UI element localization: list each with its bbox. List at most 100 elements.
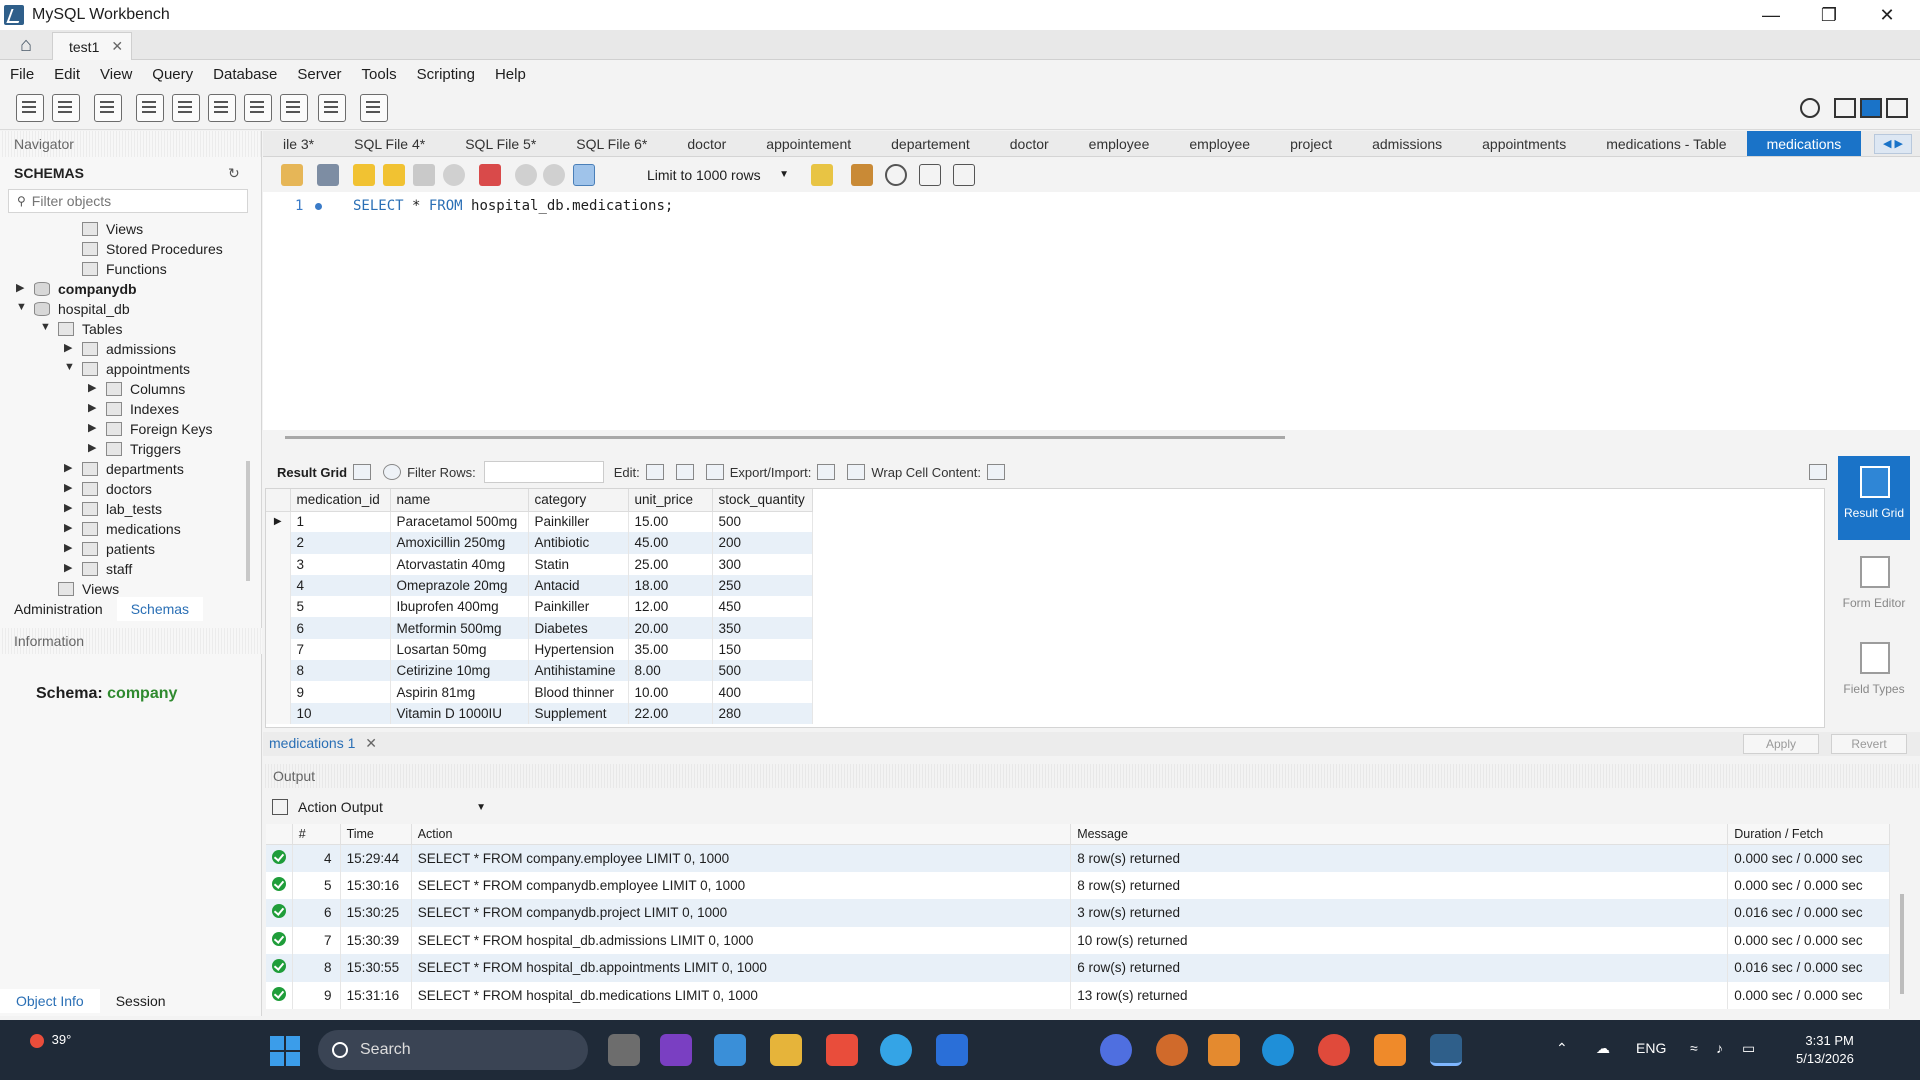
- visual-studio-icon[interactable]: [660, 1034, 692, 1066]
- app-icon[interactable]: [936, 1034, 968, 1066]
- file-explorer-icon[interactable]: [770, 1034, 802, 1066]
- chevron-up-icon[interactable]: ⌃: [1556, 1040, 1568, 1057]
- editor-tab[interactable]: doctor: [667, 131, 746, 156]
- table-cell[interactable]: 7: [290, 638, 391, 661]
- toggle-panel-icon[interactable]: [1809, 464, 1827, 480]
- tab-scroll-arrows-icon[interactable]: ◀ ▶: [1874, 134, 1912, 154]
- word-wrap-icon[interactable]: [953, 164, 975, 186]
- table-cell[interactable]: 200: [712, 532, 813, 554]
- telegram-icon[interactable]: [880, 1034, 912, 1066]
- create-view-icon[interactable]: [208, 94, 236, 122]
- output-row[interactable]: 4 15:29:44 SELECT * FROM company.employee …: [266, 844, 1890, 872]
- expand-down-icon[interactable]: ▼: [16, 301, 28, 313]
- table-cell[interactable]: 2: [290, 532, 391, 554]
- row-marker[interactable]: [266, 574, 291, 597]
- filter-objects-field[interactable]: ⚲: [8, 189, 248, 213]
- tree-item[interactable]: ▶ patients: [0, 539, 250, 559]
- expand-right-icon[interactable]: ▶: [64, 481, 76, 494]
- table-cell[interactable]: 500: [712, 660, 813, 682]
- table-row[interactable]: ▶ 1 Paracetamol 500mg Painkiller 15.00 500: [266, 511, 813, 533]
- result-grid-view-button[interactable]: Result Grid: [1838, 456, 1910, 540]
- table-row[interactable]: 5 Ibuprofen 400mg Painkiller 12.00 450: [266, 596, 813, 618]
- revert-button[interactable]: Revert: [1831, 734, 1907, 754]
- filter-objects-input[interactable]: [31, 193, 232, 209]
- apply-button[interactable]: Apply: [1743, 734, 1819, 754]
- table-cell[interactable]: 350: [712, 617, 813, 639]
- table-cell[interactable]: 22.00: [628, 702, 713, 724]
- find-icon[interactable]: [885, 164, 907, 186]
- editor-tab[interactable]: project: [1270, 131, 1352, 156]
- expand-right-icon[interactable]: ▶: [64, 501, 76, 514]
- input-language[interactable]: ENG: [1636, 1040, 1666, 1056]
- table-cell[interactable]: 8.00: [628, 660, 713, 682]
- tree-item[interactable]: ▶ lab_tests: [0, 499, 250, 519]
- tree-item[interactable]: ▶ doctors: [0, 479, 250, 499]
- open-file-icon[interactable]: [281, 164, 303, 186]
- explain-icon[interactable]: [413, 164, 435, 186]
- tree-item[interactable]: ▶ Columns: [0, 379, 250, 399]
- app-icon-2[interactable]: [1100, 1034, 1132, 1066]
- close-button[interactable]: ✕: [1858, 0, 1916, 30]
- table-cell[interactable]: Ibuprofen 400mg: [390, 596, 529, 618]
- table-cell[interactable]: Aspirin 81mg: [390, 681, 529, 703]
- grid-view-icon[interactable]: [353, 464, 372, 480]
- menu-server[interactable]: Server: [297, 66, 341, 83]
- result-grid[interactable]: medication_id name category unit_price stock…: [265, 488, 1825, 728]
- menu-edit[interactable]: Edit: [54, 66, 80, 83]
- editor-tab[interactable]: SQL File 4*: [334, 131, 445, 156]
- table-cell[interactable]: Amoxicillin 250mg: [390, 532, 529, 554]
- toggle-secondary-sidebar-icon[interactable]: [1886, 98, 1908, 118]
- editor-horizontal-scrollbar[interactable]: [285, 436, 1285, 439]
- onedrive-icon[interactable]: ☁: [1596, 1040, 1610, 1057]
- table-cell[interactable]: Losartan 50mg: [390, 638, 529, 661]
- add-snippet-icon[interactable]: [811, 164, 833, 186]
- row-marker[interactable]: [266, 553, 291, 575]
- tab-schemas[interactable]: Schemas: [116, 597, 204, 621]
- output-row[interactable]: 7 15:30:39 SELECT * FROM hospital_db.admis…: [266, 926, 1890, 954]
- table-cell[interactable]: 6: [290, 617, 391, 639]
- editor-tab[interactable]: appointement: [746, 131, 871, 156]
- field-types-button[interactable]: Field Types: [1838, 632, 1910, 716]
- mysql-workbench-taskbar-icon[interactable]: [1430, 1034, 1462, 1066]
- table-cell[interactable]: Vitamin D 1000IU: [390, 702, 529, 724]
- table-cell[interactable]: Supplement: [528, 702, 629, 724]
- row-marker[interactable]: [266, 617, 291, 639]
- autocommit-icon[interactable]: [573, 164, 595, 186]
- table-cell[interactable]: Omeprazole 20mg: [390, 574, 529, 597]
- table-cell[interactable]: Metformin 500mg: [390, 617, 529, 639]
- table-row[interactable]: 2 Amoxicillin 250mg Antibiotic 45.00 200: [266, 532, 813, 554]
- edge-icon[interactable]: [1262, 1034, 1294, 1066]
- create-function-icon[interactable]: [280, 94, 308, 122]
- table-row[interactable]: 10 Vitamin D 1000IU Supplement 22.00 280: [266, 702, 813, 724]
- table-row[interactable]: 4 Omeprazole 20mg Antacid 18.00 250: [266, 574, 813, 597]
- navigator-scrollbar[interactable]: [246, 461, 250, 581]
- computer-icon[interactable]: [714, 1034, 746, 1066]
- tree-item[interactable]: ▶ Indexes: [0, 399, 250, 419]
- column-header[interactable]: unit_price: [628, 489, 713, 512]
- table-cell[interactable]: Antihistamine: [528, 660, 629, 682]
- weather-widget[interactable]: 39°: [30, 1032, 71, 1048]
- microsoft-store-icon[interactable]: [826, 1034, 858, 1066]
- commit-icon[interactable]: [515, 164, 537, 186]
- table-cell[interactable]: 450: [712, 596, 813, 618]
- tree-item[interactable]: ▶ Triggers: [0, 439, 250, 459]
- column-header[interactable]: name: [390, 489, 529, 512]
- filter-rows-input[interactable]: [483, 461, 604, 483]
- current-row-icon[interactable]: ▶: [266, 511, 291, 533]
- table-cell[interactable]: 10: [290, 702, 391, 724]
- reconnect-icon[interactable]: [360, 94, 388, 122]
- open-sql-script-icon[interactable]: [52, 94, 80, 122]
- row-marker[interactable]: [266, 596, 291, 618]
- refresh-schemas-icon[interactable]: ↻: [228, 165, 240, 182]
- connection-tab[interactable]: test1 ✕: [52, 32, 132, 60]
- menu-help[interactable]: Help: [495, 66, 526, 83]
- windows-start-icon[interactable]: [270, 1036, 300, 1066]
- expand-right-icon[interactable]: ▶: [64, 341, 76, 354]
- column-header[interactable]: category: [528, 489, 629, 512]
- battery-icon[interactable]: ▭: [1742, 1040, 1755, 1057]
- editor-tab[interactable]: medications - Table: [1586, 131, 1746, 156]
- table-cell[interactable]: Cetirizine 10mg: [390, 660, 529, 682]
- table-cell[interactable]: 3: [290, 553, 391, 575]
- table-row[interactable]: 6 Metformin 500mg Diabetes 20.00 350: [266, 617, 813, 639]
- copy-icon[interactable]: [272, 799, 288, 815]
